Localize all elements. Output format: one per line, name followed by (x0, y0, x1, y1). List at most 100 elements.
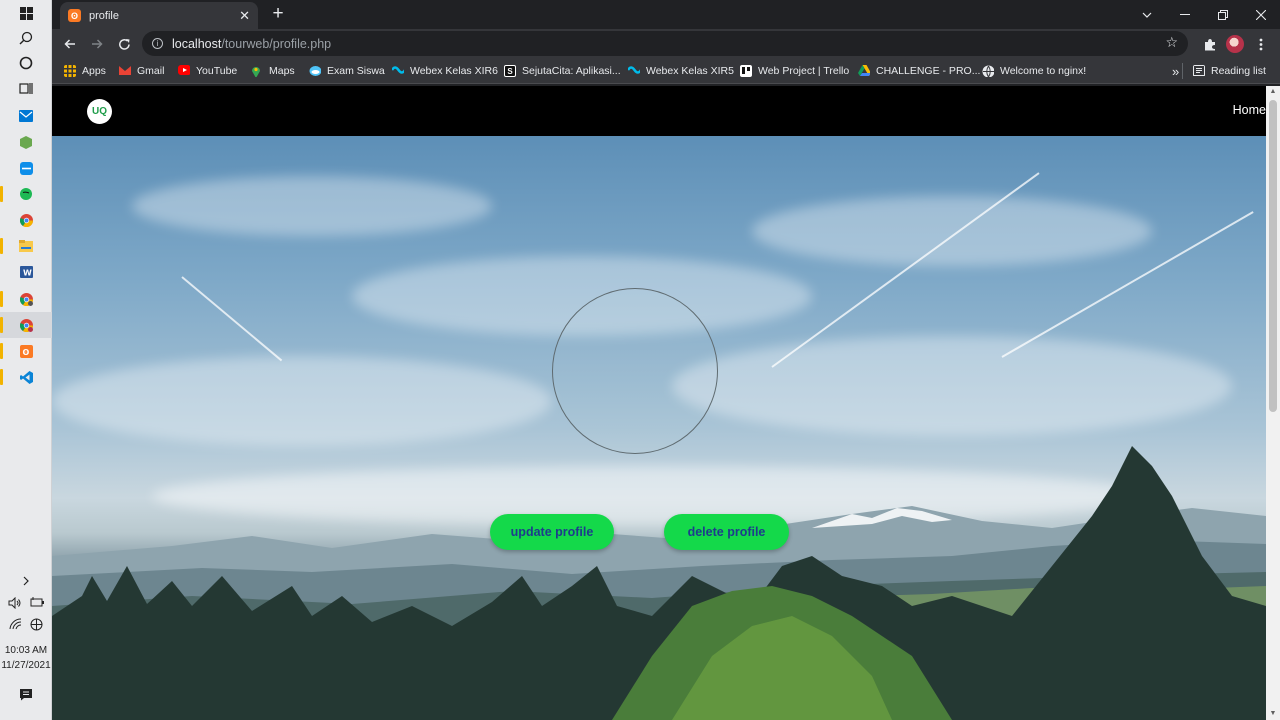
search-icon[interactable] (0, 25, 52, 51)
tab-title: profile (89, 9, 119, 22)
windows-start-icon[interactable] (0, 0, 52, 26)
running-indicator (0, 317, 3, 333)
chrome-menu-icon[interactable] (1249, 32, 1273, 56)
tab-search-chevron-icon[interactable] (1128, 0, 1166, 29)
scroll-down-arrow-icon[interactable]: ▼ (1266, 708, 1280, 720)
nav-home-link[interactable]: Home (1233, 103, 1266, 117)
show-hidden-icons-chevron-icon[interactable] (0, 576, 52, 586)
new-tab-button[interactable]: + (267, 4, 289, 26)
svg-text:ʘ: ʘ (22, 348, 29, 357)
bookmark-label: YouTube (196, 65, 238, 77)
profile-picture-placeholder[interactable] (552, 288, 718, 454)
running-indicator (0, 238, 3, 254)
bookmark-label: Welcome to nginx! (1000, 65, 1087, 77)
exam-icon (309, 66, 321, 76)
wifi-icon[interactable] (9, 618, 22, 634)
profile-avatar[interactable] (1223, 32, 1247, 56)
reading-list-label: Reading list (1211, 65, 1266, 77)
reload-button[interactable] (112, 32, 136, 56)
bookmark-label: CHALLENGE - PRO... (876, 65, 981, 77)
maps-icon (252, 67, 260, 77)
bookmarks-bar: Apps Gmail YouTube Maps Exam Siswa Webex… (52, 58, 1280, 84)
bookmarks-overflow-button[interactable]: » (1172, 63, 1179, 79)
back-button[interactable] (58, 32, 82, 56)
site-info-icon[interactable]: i (152, 38, 163, 49)
bookmark-exam-siswa[interactable]: Exam Siswa (309, 63, 385, 79)
tab-strip: ʘ profile ✕ + (52, 0, 1280, 29)
bookmark-trello[interactable]: Web Project | Trello (740, 63, 849, 79)
forward-button[interactable] (85, 32, 109, 56)
globe-icon (982, 65, 994, 77)
address-bar[interactable]: i localhost/tourweb/profile.php ☆ (142, 31, 1188, 56)
avatar (1226, 35, 1244, 53)
drive-icon (858, 65, 870, 76)
battery-icon[interactable] (30, 597, 45, 612)
svg-text:W: W (23, 269, 32, 278)
bookmark-apps[interactable]: Apps (64, 63, 106, 79)
bookmark-label: Webex Kelas XIR5 (646, 65, 734, 77)
site-logo[interactable]: UQ (87, 99, 112, 124)
close-window-button[interactable] (1242, 0, 1280, 29)
bookmark-label: Exam Siswa (327, 65, 385, 77)
bookmark-webex-xir5[interactable]: Webex Kelas XIR5 (628, 63, 734, 79)
word-icon[interactable]: W (0, 259, 52, 285)
bookmark-label: Maps (269, 65, 295, 77)
bookmark-challenge[interactable]: CHALLENGE - PRO... (858, 63, 980, 79)
xampp-icon[interactable]: ʘ (0, 338, 52, 364)
app-green-icon[interactable] (0, 129, 52, 155)
update-profile-button[interactable]: update profile (490, 514, 614, 550)
delete-profile-button[interactable]: delete profile (664, 514, 789, 550)
webex-icon (392, 66, 404, 74)
bookmark-maps[interactable]: Maps (251, 63, 295, 79)
scroll-thumb[interactable] (1269, 100, 1277, 412)
teamviewer-icon[interactable] (0, 155, 52, 181)
bookmark-label: Apps (82, 65, 106, 77)
spotify-icon[interactable] (0, 181, 52, 207)
gmail-icon (119, 66, 131, 75)
bookmark-gmail[interactable]: Gmail (119, 63, 164, 79)
restore-button[interactable] (1204, 0, 1242, 29)
clock-date[interactable]: 11/27/2021 (0, 660, 52, 671)
volume-icon[interactable] (8, 596, 22, 612)
tray-row-2 (0, 618, 52, 634)
bookmark-star-icon[interactable]: ☆ (1165, 34, 1178, 51)
running-indicator (0, 343, 3, 359)
site-navbar: UQ Home (52, 86, 1266, 136)
browser-window: ʘ profile ✕ + i localhost/tourweb/profil… (52, 0, 1280, 720)
minimize-button[interactable] (1166, 0, 1204, 29)
bookmark-youtube[interactable]: YouTube (178, 63, 237, 79)
bookmark-label: Web Project | Trello (758, 65, 850, 77)
bookmark-label: SejutaCita: Aplikasi... (522, 65, 621, 77)
reading-list-button[interactable]: Reading list (1182, 63, 1266, 79)
running-indicator (0, 291, 3, 307)
clock-time[interactable]: 10:03 AM (0, 645, 52, 656)
close-tab-icon[interactable]: ✕ (239, 8, 250, 24)
cortana-icon[interactable] (0, 50, 52, 76)
trello-icon (740, 65, 752, 77)
extensions-puzzle-icon[interactable] (1197, 32, 1221, 56)
tray-row-1 (0, 596, 52, 612)
sejutacita-icon: S (504, 65, 516, 77)
url-path: /tourweb/profile.php (221, 36, 332, 51)
language-icon[interactable] (30, 618, 43, 634)
vscode-icon[interactable] (0, 364, 52, 390)
bookmark-sejutacita[interactable]: S SejutaCita: Aplikasi... (504, 63, 621, 79)
page-scrollbar[interactable]: ▲ ▼ (1266, 86, 1280, 720)
chrome-icon[interactable] (0, 312, 52, 338)
windows-taskbar: W ʘ 10:03 AM 11/27/2021 (0, 0, 52, 720)
url-host: localhost (172, 36, 222, 51)
mail-icon[interactable] (0, 103, 52, 129)
tab-profile[interactable]: ʘ profile ✕ (60, 2, 258, 29)
chrome-icon[interactable] (0, 207, 52, 233)
bookmark-label: Gmail (137, 65, 165, 77)
task-view-icon[interactable] (0, 75, 52, 101)
chrome-icon[interactable] (0, 286, 52, 312)
file-explorer-icon[interactable] (0, 233, 52, 259)
bookmark-label: Webex Kelas XIR6 (410, 65, 498, 77)
hero-background-image: update profile delete profile (52, 136, 1266, 720)
notification-center-icon[interactable] (0, 688, 52, 701)
bookmark-webex-xir6[interactable]: Webex Kelas XIR6 (392, 63, 498, 79)
scroll-up-arrow-icon[interactable]: ▲ (1266, 86, 1280, 98)
bookmark-nginx[interactable]: Welcome to nginx! (982, 63, 1086, 79)
browser-toolbar: i localhost/tourweb/profile.php ☆ (52, 29, 1280, 58)
